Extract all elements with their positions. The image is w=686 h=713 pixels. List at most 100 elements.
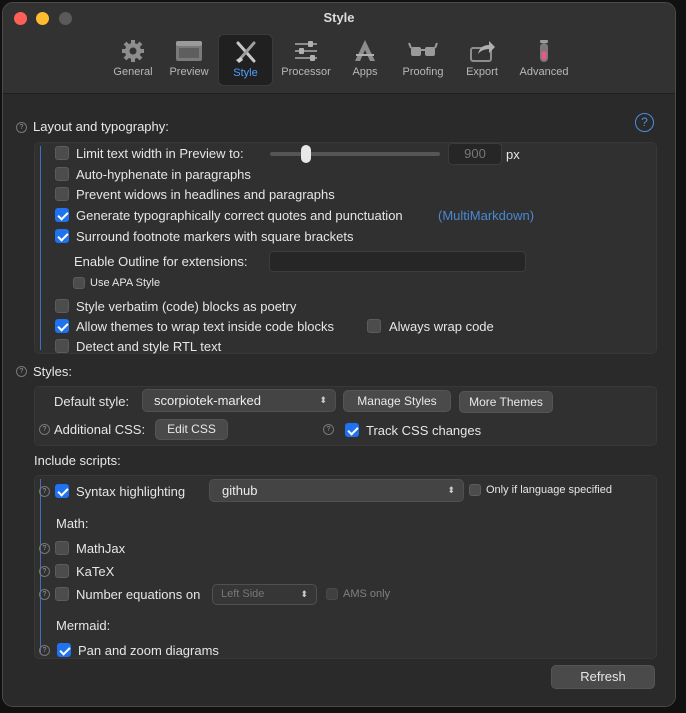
section-header-scripts: Include scripts:: [34, 453, 121, 468]
multimarkdown-note: (MultiMarkdown): [438, 208, 535, 223]
mermaid-label: Mermaid:: [56, 618, 111, 633]
wrap-code-label: Allow themes to wrap text inside code bl…: [76, 319, 334, 334]
preview-window-icon: [176, 41, 202, 61]
rtl-checkbox[interactable]: [55, 339, 69, 353]
help-icon[interactable]: ?: [16, 122, 27, 133]
ams-only-label: AMS only: [343, 588, 391, 600]
help-icon[interactable]: ?: [39, 566, 50, 577]
syntax-highlighting-label: Syntax highlighting: [76, 484, 186, 499]
pan-zoom-checkbox[interactable]: [57, 643, 71, 657]
katex-label: KaTeX: [76, 564, 115, 579]
help-icon[interactable]: ?: [39, 589, 50, 600]
footnote-brackets-checkbox[interactable]: [55, 229, 69, 243]
sliders-icon: [295, 41, 317, 61]
width-unit-label: px: [506, 147, 520, 162]
number-equations-checkbox[interactable]: [55, 587, 69, 601]
limit-width-label: Limit text width in Preview to:: [76, 146, 244, 161]
tab-label: Advanced: [519, 66, 569, 78]
wrap-code-checkbox[interactable]: [55, 319, 69, 333]
default-style-label: Default style:: [54, 394, 130, 409]
glasses-icon: [408, 42, 438, 56]
number-equations-label: Number equations on: [76, 587, 201, 602]
titlebar: Style General Preview Style Processor Ap…: [3, 3, 675, 94]
syntax-theme-value: github: [222, 483, 258, 498]
tab-label: Apps: [352, 66, 378, 78]
section-header-styles: Styles:: [33, 364, 73, 379]
tab-label: Processor: [281, 66, 331, 78]
refresh-button[interactable]: Refresh: [551, 665, 655, 689]
only-if-language-label: Only if language specified: [486, 484, 612, 496]
help-icon[interactable]: ?: [323, 424, 334, 435]
prevent-widows-checkbox[interactable]: [55, 187, 69, 201]
width-slider[interactable]: [270, 152, 440, 156]
mathjax-checkbox[interactable]: [55, 541, 69, 555]
apps-icon: [355, 40, 375, 61]
width-value-field[interactable]: 900: [448, 143, 502, 165]
syntax-theme-select[interactable]: github ⬍: [209, 479, 464, 502]
auto-hyphenate-checkbox[interactable]: [55, 167, 69, 181]
tab-proofing[interactable]: Proofing: [394, 34, 452, 84]
only-if-language-checkbox[interactable]: [469, 484, 481, 496]
flask-icon: [540, 40, 548, 62]
limit-width-checkbox[interactable]: [55, 146, 69, 160]
tab-style[interactable]: Style: [218, 34, 273, 86]
equation-side-select[interactable]: Left Side ⬍: [212, 584, 317, 605]
tab-preview[interactable]: Preview: [163, 34, 215, 84]
edit-css-button[interactable]: Edit CSS: [155, 419, 228, 440]
outline-extensions-field[interactable]: [269, 251, 526, 272]
chevron-updown-icon: ⬍: [300, 589, 308, 599]
track-css-label: Track CSS changes: [366, 423, 482, 438]
help-icon[interactable]: ?: [39, 645, 50, 656]
syntax-highlighting-checkbox[interactable]: [55, 484, 69, 498]
tab-label: Export: [466, 66, 498, 78]
always-wrap-checkbox[interactable]: [367, 319, 381, 333]
tab-general[interactable]: General: [107, 34, 159, 84]
outline-label: Enable Outline for extensions:: [74, 254, 248, 269]
typographic-quotes-label: Generate typographically correct quotes …: [76, 208, 403, 223]
katex-checkbox[interactable]: [55, 564, 69, 578]
more-themes-button[interactable]: More Themes: [459, 391, 553, 413]
equation-side-value: Left Side: [221, 588, 265, 600]
tab-export[interactable]: Export: [457, 34, 507, 84]
help-button[interactable]: ?: [635, 113, 654, 132]
help-icon[interactable]: ?: [39, 543, 50, 554]
window-title: Style: [323, 10, 355, 25]
always-wrap-label: Always wrap code: [389, 319, 494, 334]
help-icon[interactable]: ?: [39, 424, 50, 435]
section-header-layout: Layout and typography:: [33, 119, 169, 134]
math-label: Math:: [56, 516, 89, 531]
track-css-checkbox[interactable]: [345, 423, 359, 437]
tab-label: General: [113, 66, 153, 78]
tab-processor[interactable]: Processor: [275, 34, 337, 84]
verbatim-poetry-label: Style verbatim (code) blocks as poetry: [76, 299, 297, 314]
chevron-updown-icon: ⬍: [447, 485, 455, 495]
tab-label: Style: [233, 67, 258, 79]
manage-styles-button[interactable]: Manage Styles: [343, 390, 451, 412]
verbatim-poetry-checkbox[interactable]: [55, 299, 69, 313]
apa-style-checkbox[interactable]: [73, 277, 85, 289]
rtl-label: Detect and style RTL text: [76, 339, 222, 354]
brush-icon: [235, 41, 255, 63]
footnote-brackets-label: Surround footnote markers with square br…: [76, 229, 354, 244]
default-style-select[interactable]: scorpiotek-marked ⬍: [142, 389, 336, 412]
ams-only-checkbox[interactable]: [326, 588, 338, 600]
typographic-quotes-checkbox[interactable]: [55, 208, 69, 222]
tab-label: Proofing: [402, 66, 444, 78]
help-icon[interactable]: ?: [16, 366, 27, 377]
prevent-widows-label: Prevent widows in headlines and paragrap…: [76, 187, 335, 202]
tab-advanced[interactable]: Advanced: [512, 34, 576, 84]
apa-style-label: Use APA Style: [90, 277, 161, 289]
tab-label: Preview: [169, 66, 209, 78]
additional-css-label: Additional CSS:: [54, 422, 146, 437]
scripts-box: [34, 475, 657, 659]
style-pane: ? Layout and typography: ? Limit text wi…: [3, 94, 675, 706]
auto-hyphenate-label: Auto-hyphenate in paragraphs: [76, 167, 251, 182]
default-style-value: scorpiotek-marked: [154, 393, 261, 408]
help-icon[interactable]: ?: [39, 486, 50, 497]
gear-icon: [122, 40, 144, 62]
group-indicator: [40, 146, 41, 350]
width-slider-knob[interactable]: [301, 145, 311, 163]
tab-apps[interactable]: Apps: [343, 34, 387, 84]
preferences-window: Style General Preview Style Processor Ap…: [2, 2, 676, 707]
chevron-updown-icon: ⬍: [319, 395, 327, 405]
